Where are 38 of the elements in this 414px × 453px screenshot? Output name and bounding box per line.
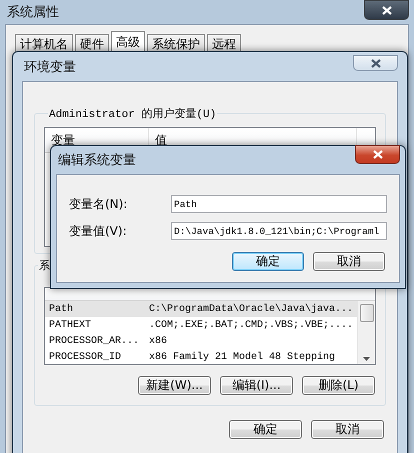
close-icon [370,58,380,68]
window-title: 系统属性 [6,4,59,20]
variable-name: PROCESSOR_AR... [49,336,140,346]
group-label: 系 [38,258,51,273]
close-button[interactable] [353,55,398,71]
list-row[interactable]: PATHEXT .COM;.EXE;.BAT;.CMD;.VBS;.VBE;.... [45,317,357,333]
dialog-button[interactable]: 取消 [311,420,384,439]
variable-value: C:\ProgramData\Oracle\Java\java... [149,304,354,314]
variable-value: .COM;.EXE;.BAT;.CMD;.VBS;.VBE;.... [149,320,354,330]
dialog-title: 编辑系统变量 [57,152,136,169]
close-icon [372,150,382,159]
variable-value: x86 Family 21 Model 48 Stepping [149,352,336,362]
dialog-title: 环境变量 [23,58,76,76]
close-button[interactable] [364,0,409,20]
tab[interactable]: 高级 [111,31,145,53]
action-button[interactable]: 新建(W)... [138,376,211,395]
scroll-down-icon[interactable] [363,357,370,361]
list-row[interactable]: PROCESSOR_ID x86 Family 21 Model 48 Stepping [45,349,357,364]
tab[interactable]: 计算机名 [15,34,73,53]
variable-name: PATHEXT [49,320,92,330]
input-field[interactable]: Path [171,195,387,213]
list-row[interactable]: Path C:\ProgramData\Oracle\Java\java... [45,301,357,317]
dialog-button[interactable]: 取消 [313,252,385,271]
scroll-thumb[interactable] [360,304,374,322]
action-button[interactable]: 编辑(I)... [220,376,293,395]
variable-name: Path [49,304,74,314]
variable-value: x86 [149,336,168,346]
close-icon [382,6,392,14]
dialog-button[interactable]: 确定 [229,420,302,439]
field-label: 变量名(N): [69,196,128,212]
group-label: Administrator 的用户变量(U) [48,106,218,121]
dialog-button[interactable]: 确定 [232,252,304,271]
list-row[interactable]: PROCESSOR_AR... x86 [45,333,357,349]
field-label: 变量值(V): [69,222,128,240]
variable-name: PROCESSOR_ID [49,352,122,362]
action-button[interactable]: 删除(L) [302,376,375,395]
input-field[interactable]: D:\Java\jdk1.8.0_121\bin;C:\Programl [171,222,387,240]
close-button[interactable] [355,145,400,164]
